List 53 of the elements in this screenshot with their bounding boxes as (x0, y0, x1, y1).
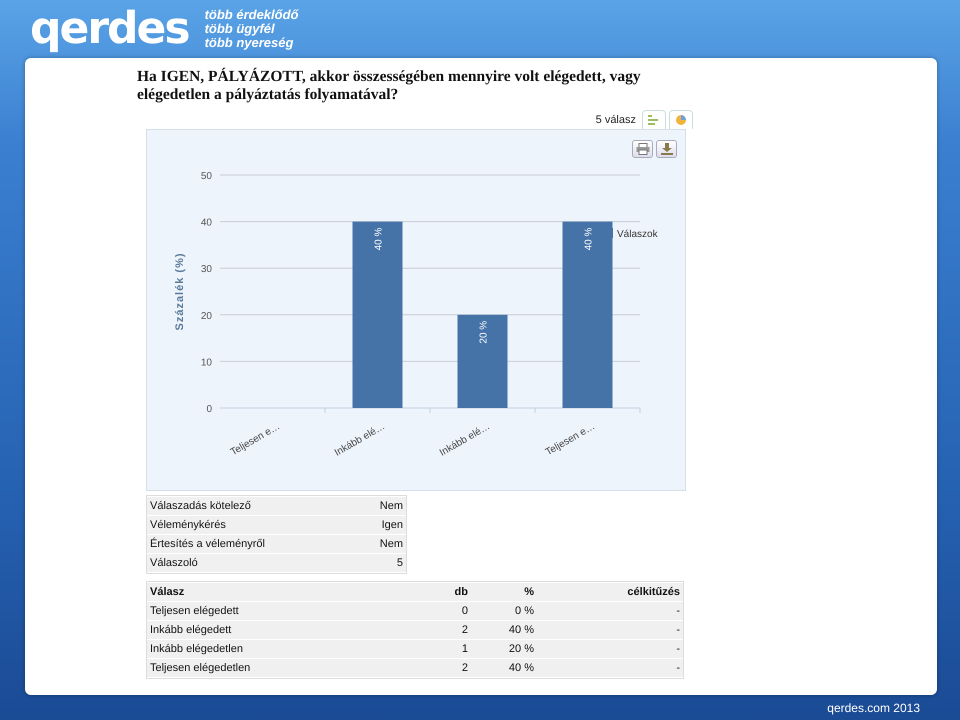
value-label: 40 % (374, 228, 384, 250)
tagline: több ügyfél (204, 22, 276, 36)
pie-chart-tab[interactable] (669, 110, 693, 129)
setting-label: Véleménykérés (147, 516, 356, 534)
pie-icon (675, 114, 687, 126)
y-tick-label: 50 (200, 171, 212, 182)
response-count: 5 válasz (596, 114, 636, 126)
table-cell: - (537, 621, 683, 639)
table-cell: - (537, 602, 683, 620)
y-tick-label: 40 (200, 218, 212, 229)
bars-icon (647, 114, 661, 126)
table-cell: 2 (405, 659, 471, 677)
table-cell: 40 % (471, 659, 537, 677)
value-label: 40 % (584, 228, 594, 250)
y-axis-title: Százalék (%) (174, 252, 186, 331)
table-cell: 1 (405, 640, 471, 658)
download-button[interactable] (656, 140, 677, 158)
setting-label: Értesítés a véleményről (147, 535, 356, 553)
table-cell: Inkább elégedetlen (147, 640, 405, 658)
setting-value: Nem (356, 497, 406, 515)
table-cell: 0 % (471, 602, 537, 620)
table-cell: - (537, 640, 683, 658)
table-cell: 40 % (471, 621, 537, 639)
setting-value: Nem (356, 535, 406, 553)
table-cell: - (537, 659, 683, 677)
table-cell: 0 (405, 602, 471, 620)
value-label: 20 % (478, 320, 490, 344)
question-title: Ha IGEN, PÁLYÁZOTT, akkor összességében mennyire volt elégedett, vagy elégedetlen a pályáztatás folyamatával? (137, 68, 642, 104)
y-tick-label: 10 (200, 357, 212, 368)
print-button[interactable] (632, 140, 653, 158)
tagline: több érdeklődő (204, 8, 298, 22)
column-header: Válasz (147, 583, 405, 601)
column-header: célkitűzés (537, 583, 683, 601)
logo: qerdes (30, 7, 189, 51)
table-cell: 2 (405, 621, 471, 639)
table-cell: Teljesen elégedetlen (147, 659, 405, 677)
table-cell: Inkább elégedett (147, 621, 405, 639)
legend-label: Válaszok (617, 229, 658, 240)
y-tick-label: 30 (200, 264, 212, 276)
setting-value: Igen (356, 516, 406, 534)
setting-value: 5 (356, 554, 406, 572)
footer-text: qerdes.com 2013 (827, 700, 920, 714)
setting-label: Válaszadás kötelező (147, 497, 356, 515)
printer-icon (636, 143, 650, 155)
column-header: % (471, 583, 537, 601)
table-cell: 20 % (471, 640, 537, 658)
table-cell: Teljesen elégedett (147, 602, 405, 620)
setting-label: Válaszoló (147, 554, 356, 572)
y-tick-label: 20 (200, 310, 212, 322)
download-icon (660, 143, 672, 155)
y-tick-label: 0 (206, 404, 212, 415)
tagline: több nyereség (204, 36, 294, 50)
column-header: db (405, 583, 471, 601)
